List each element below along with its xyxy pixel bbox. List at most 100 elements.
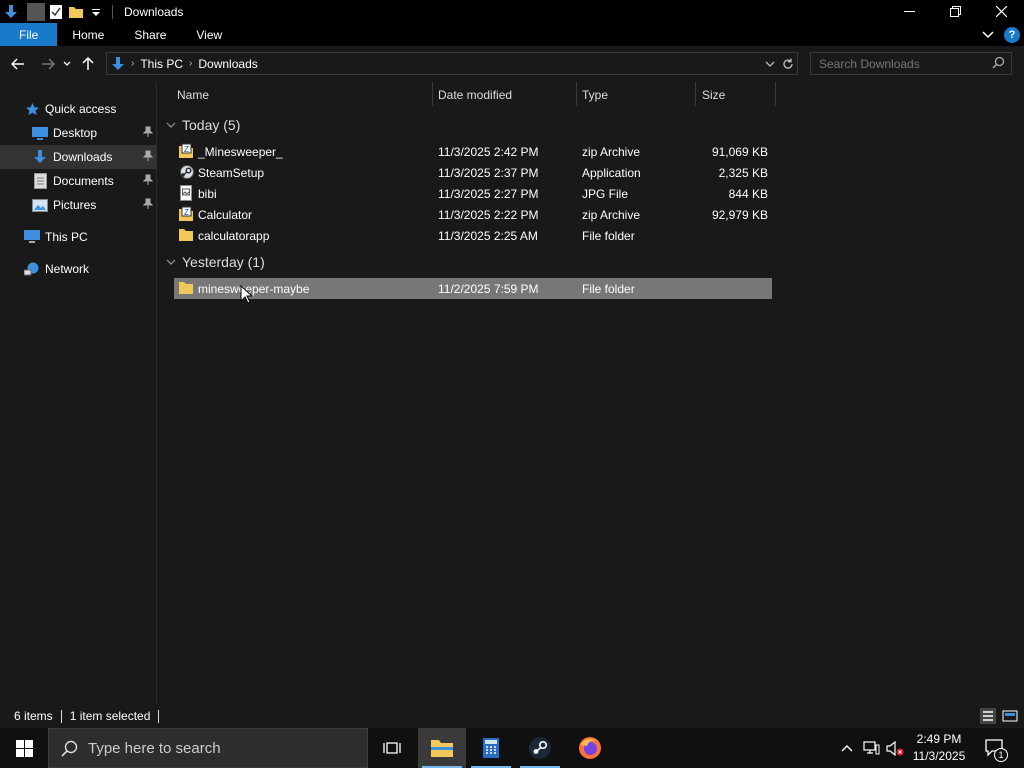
up-button[interactable] xyxy=(76,52,100,76)
show-hidden-icons-button[interactable] xyxy=(836,728,858,768)
task-view-button[interactable] xyxy=(368,728,416,768)
search-input[interactable]: Search Downloads xyxy=(810,52,1012,75)
downloads-arrow-icon[interactable] xyxy=(2,3,20,21)
file-row-bibi[interactable]: bibi 11/3/2025 2:27 PM JPG File 844 KB xyxy=(174,183,772,204)
action-center-button[interactable]: 1 xyxy=(978,728,1012,768)
address-right-controls xyxy=(761,53,797,74)
group-header-yesterday[interactable]: Yesterday (1) xyxy=(164,252,265,272)
tab-file[interactable]: File xyxy=(0,23,58,46)
calculator-icon xyxy=(483,738,499,758)
file-date: 11/3/2025 2:22 PM xyxy=(438,207,539,222)
sidebar-item-label: This PC xyxy=(45,230,88,244)
pictures-icon xyxy=(32,197,48,213)
file-row-minesweeper-zip[interactable]: Z _Minesweeper_ 11/3/2025 2:42 PM zip Ar… xyxy=(174,141,772,162)
file-row-calculatorapp[interactable]: calculatorapp 11/3/2025 2:25 AM File fol… xyxy=(174,225,772,246)
sidebar-item-this-pc[interactable]: This PC xyxy=(24,225,154,249)
refresh-button[interactable] xyxy=(779,53,797,74)
file-name: bibi xyxy=(198,186,217,201)
group-label: Yesterday (1) xyxy=(182,254,265,270)
svg-text:Z: Z xyxy=(184,145,189,154)
expand-ribbon-button[interactable] xyxy=(982,28,994,42)
steam-setup-icon xyxy=(178,164,194,180)
breadcrumb-separator: › xyxy=(131,58,135,69)
taskbar-search-input[interactable]: Type here to search xyxy=(48,728,368,768)
column-divider[interactable] xyxy=(695,82,696,106)
file-name: _Minesweeper_ xyxy=(198,144,283,159)
breadcrumb-downloads[interactable]: Downloads xyxy=(198,57,257,71)
sidebar-item-desktop[interactable]: Desktop xyxy=(0,121,157,145)
pin-icon[interactable] xyxy=(142,150,154,165)
address-bar[interactable]: › This PC › Downloads xyxy=(106,52,798,75)
column-divider[interactable] xyxy=(432,82,433,106)
sidebar-item-label: Quick access xyxy=(45,102,117,116)
clock[interactable]: 2:49 PM 11/3/2025 xyxy=(906,730,972,766)
sidebar-item-downloads[interactable]: Downloads xyxy=(0,145,157,169)
forward-button[interactable] xyxy=(36,52,60,76)
file-row-calculator-zip[interactable]: Z Calculator 11/3/2025 2:22 PM zip Archi… xyxy=(174,204,772,225)
zip-icon: Z xyxy=(178,206,194,222)
new-folder-icon[interactable] xyxy=(67,3,85,21)
taskbar-app-steam[interactable] xyxy=(516,728,564,768)
volume-button[interactable] xyxy=(884,728,906,768)
search-placeholder: Search Downloads xyxy=(819,56,920,71)
close-icon xyxy=(995,6,1007,17)
minimize-button[interactable] xyxy=(886,0,932,23)
network-status-button[interactable] xyxy=(860,728,882,768)
sidebar-item-network[interactable]: Network xyxy=(24,257,154,281)
address-history-button[interactable] xyxy=(761,53,779,74)
tab-share[interactable]: Share xyxy=(119,23,181,46)
sidebar-item-documents[interactable]: Documents xyxy=(0,169,157,193)
sidebar-item-label: Downloads xyxy=(53,150,113,164)
close-button[interactable] xyxy=(978,0,1024,23)
column-header-date-modified[interactable]: Date modified xyxy=(438,82,576,108)
details-view-button[interactable] xyxy=(980,708,996,724)
tab-home[interactable]: Home xyxy=(57,23,119,46)
ribbon-right-controls: ? xyxy=(982,23,1020,46)
taskbar-app-calculator[interactable] xyxy=(467,728,515,768)
zip-icon: Z xyxy=(178,143,194,159)
file-type: zip Archive xyxy=(582,207,641,222)
search-icon xyxy=(992,56,1005,72)
taskbar-app-firefox[interactable] xyxy=(566,728,614,768)
column-divider[interactable] xyxy=(775,82,776,106)
minimize-icon xyxy=(903,11,915,12)
search-icon xyxy=(61,740,78,757)
refresh-icon xyxy=(783,58,793,69)
large-icons-view-button[interactable] xyxy=(1002,708,1018,724)
back-button[interactable] xyxy=(6,52,30,76)
svg-text:Z: Z xyxy=(184,208,189,217)
sidebar-item-pictures[interactable]: Pictures xyxy=(0,193,157,217)
windows-logo-icon xyxy=(15,739,33,757)
column-header-type[interactable]: Type xyxy=(582,82,695,108)
pin-icon[interactable] xyxy=(142,174,154,189)
sidebar-item-quick-access[interactable]: Quick access xyxy=(24,97,154,121)
view-toggle xyxy=(980,708,1018,724)
pin-icon[interactable] xyxy=(142,126,154,141)
recent-locations-button[interactable] xyxy=(60,52,74,76)
forward-arrow-icon xyxy=(42,58,55,70)
file-date: 11/2/2025 7:59 PM xyxy=(438,281,539,296)
breadcrumb-this-pc[interactable]: This PC xyxy=(140,57,183,71)
restore-button[interactable] xyxy=(932,0,978,23)
help-icon[interactable]: ? xyxy=(1004,26,1020,43)
tab-view[interactable]: View xyxy=(181,23,237,46)
customize-toolbar-icon[interactable] xyxy=(87,3,105,21)
properties-icon[interactable] xyxy=(47,3,65,21)
file-type: File folder xyxy=(582,228,635,243)
pin-icon[interactable] xyxy=(142,198,154,213)
file-row-steamsetup[interactable]: SteamSetup 11/3/2025 2:37 PM Application… xyxy=(174,162,772,183)
steam-icon xyxy=(529,737,551,759)
computer-icon xyxy=(24,229,40,245)
firefox-icon xyxy=(579,737,601,759)
column-header-size[interactable]: Size xyxy=(702,82,775,108)
group-header-today[interactable]: Today (5) xyxy=(164,115,240,135)
file-row-minesweeper-maybe[interactable]: minesweeper-maybe 11/2/2025 7:59 PM File… xyxy=(174,278,772,299)
column-header-name[interactable]: Name xyxy=(177,82,432,108)
file-name: Calculator xyxy=(198,207,253,222)
start-button[interactable] xyxy=(0,728,48,768)
chevron-down-icon xyxy=(164,259,178,265)
column-divider[interactable] xyxy=(576,82,577,106)
network-icon xyxy=(24,261,40,277)
sidebar-item-label: Network xyxy=(45,262,90,276)
taskbar-app-file-explorer[interactable] xyxy=(418,728,466,768)
